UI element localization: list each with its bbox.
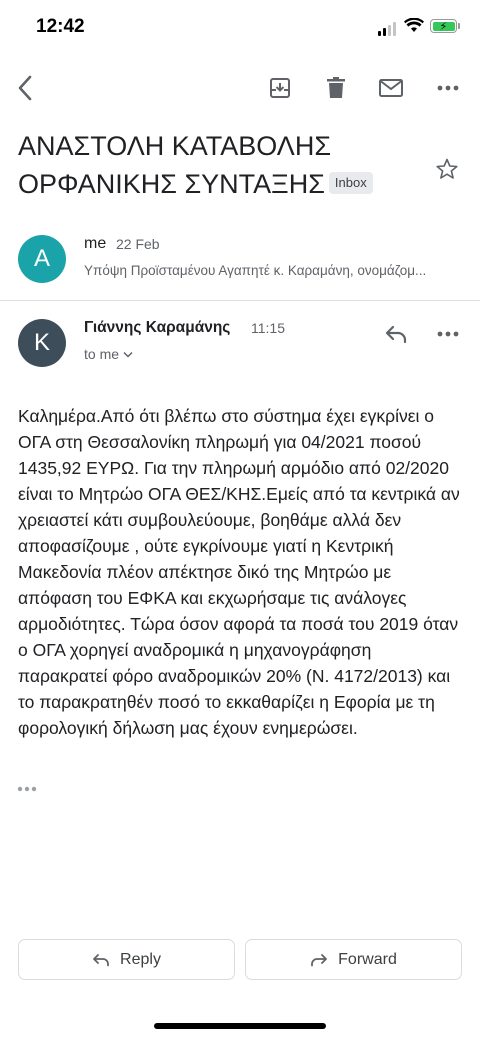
subject-line-1: ΑΝΑΣΤΟΛΗ ΚΑΤΑΒΟΛΗΣ (18, 131, 332, 161)
subject-line-2: ΟΡΦΑΝΙΚΗΣ ΣΥΝΤΑΞΗΣ (18, 169, 325, 199)
back-button[interactable] (10, 72, 42, 104)
avatar: A (18, 235, 66, 283)
status-time: 12:42 (36, 16, 85, 37)
inbox-label-badge[interactable]: Inbox (328, 171, 373, 194)
more-horizontal-icon (437, 85, 459, 91)
forward-icon (311, 953, 328, 966)
reply-icon (93, 953, 109, 966)
more-options-button[interactable] (432, 72, 464, 104)
sender-name: Γιάννης Καραμάνης (84, 319, 231, 336)
message-date: 22 Feb (116, 236, 160, 252)
mark-unread-button[interactable] (375, 72, 407, 104)
show-trimmed-content-button[interactable] (16, 780, 46, 800)
reply-icon (385, 325, 407, 344)
reply-button[interactable]: Reply (18, 939, 235, 980)
reply-label: Reply (120, 950, 161, 968)
recipient-details-toggle[interactable]: to me (84, 346, 133, 362)
battery-tip (458, 23, 460, 29)
battery-icon: ⚡ (430, 19, 457, 33)
message-time: 11:15 (251, 320, 285, 336)
collapsed-message[interactable] (0, 222, 480, 294)
sender-name: me (84, 235, 107, 252)
chevron-left-icon (18, 75, 32, 101)
divider (0, 300, 480, 301)
star-icon (436, 158, 458, 179)
message-body: Καλημέρα.Από ότι βλέπω στο σύστημα έχει … (18, 406, 460, 738)
mail-icon (379, 79, 403, 97)
chevron-down-icon (123, 351, 133, 358)
ellipsis-icon (17, 786, 37, 792)
delete-button[interactable] (320, 72, 352, 104)
home-indicator (154, 1023, 326, 1029)
cellular-signal-icon (378, 22, 396, 36)
reply-icon-button[interactable] (380, 318, 412, 350)
message-snippet: Υπόψη Προϊσταμένου Αγαπητέ κ. Καραμάνη, … (84, 263, 427, 278)
more-horizontal-icon (437, 331, 459, 337)
star-button[interactable] (431, 153, 463, 185)
archive-button[interactable] (264, 72, 296, 104)
message-more-button[interactable] (432, 318, 464, 350)
archive-icon (270, 78, 290, 98)
recipient-label: to me (84, 346, 120, 362)
forward-button[interactable]: Forward (245, 939, 462, 980)
trash-icon (327, 77, 345, 98)
forward-label: Forward (338, 950, 397, 968)
avatar: K (18, 319, 66, 367)
email-subject: ΑΝΑΣΤΟΛΗ ΚΑΤΑΒΟΛΗΣ ΟΡΦΑΝΙΚΗΣ ΣΥΝΤΑΞΗΣ Inb… (18, 127, 418, 203)
wifi-icon (404, 17, 424, 38)
